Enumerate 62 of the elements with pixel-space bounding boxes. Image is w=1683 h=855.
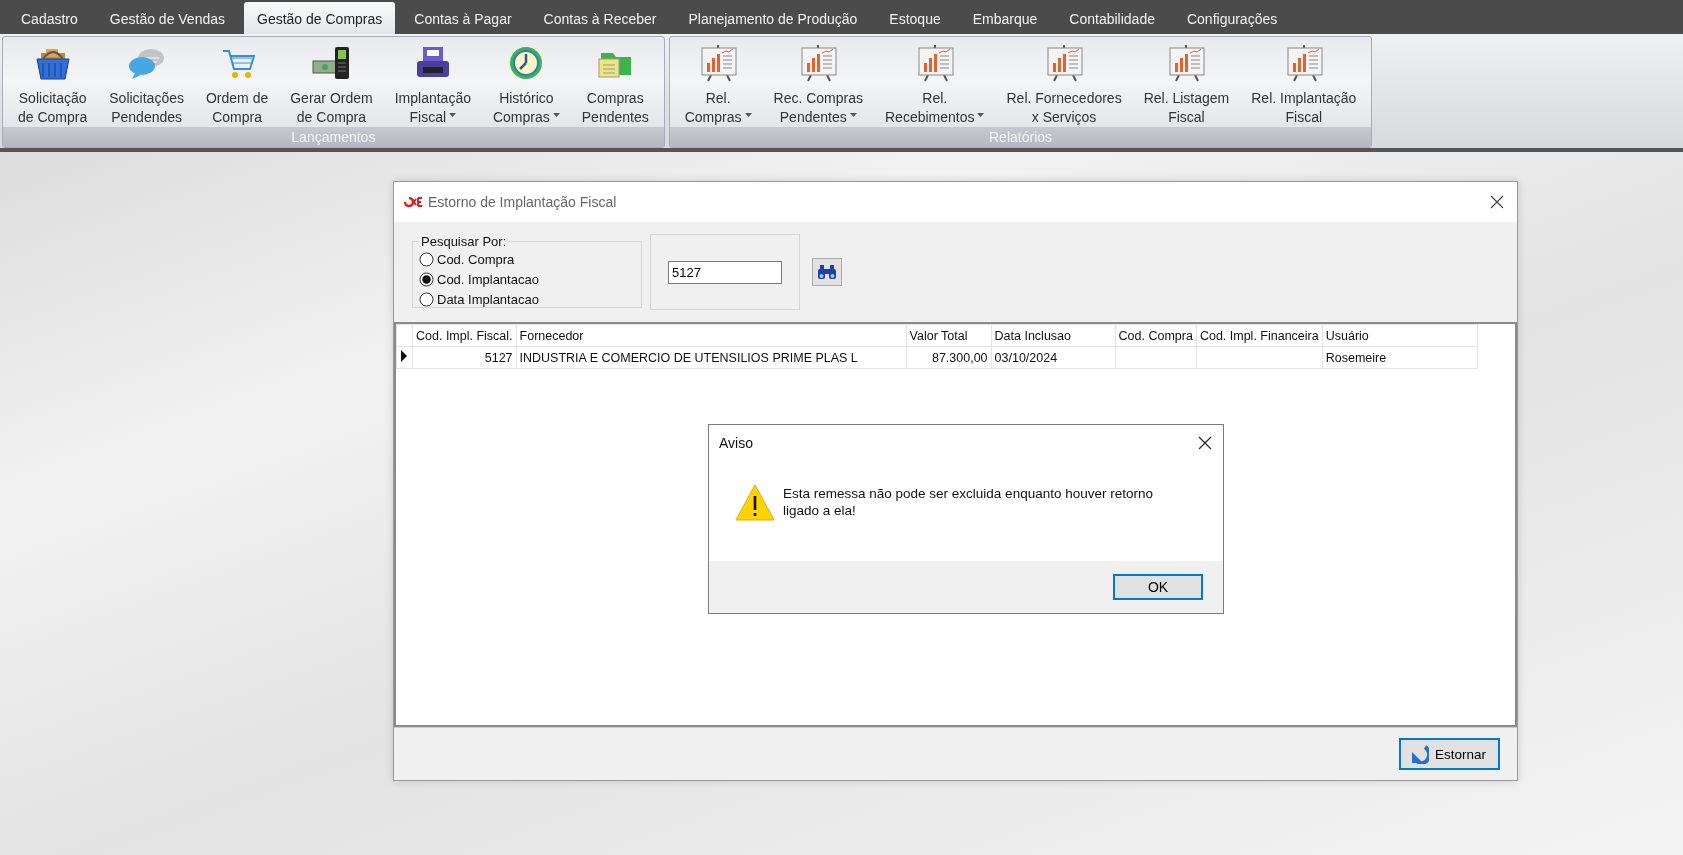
close-button[interactable] xyxy=(1489,194,1505,210)
binoculars-icon xyxy=(817,263,837,281)
table-cell: INDUSTRIA E COMERCIO DE UTENSILIOS PRIME PLAS L xyxy=(516,346,907,369)
radio-button[interactable] xyxy=(419,251,434,267)
chart-board-icon xyxy=(1166,43,1207,83)
ribbon-button[interactable]: Compras Pendentes xyxy=(570,37,660,127)
chart-board-icon xyxy=(698,43,739,83)
menu-tab[interactable]: Contabilidade xyxy=(1056,4,1168,34)
ribbon-button[interactable]: Rel. Recebimentos xyxy=(874,37,996,127)
menu-tab[interactable]: Gestão de Compras xyxy=(244,2,396,34)
close-icon xyxy=(1489,194,1505,210)
radio-button[interactable] xyxy=(419,291,434,307)
group-label: Lançamentos xyxy=(3,127,664,147)
menu-tab[interactable]: Gestão de Vendas xyxy=(96,4,238,34)
ribbon-button[interactable]: Solicitações Pendendes xyxy=(98,37,195,127)
menu-tab[interactable]: Contas à Pagar xyxy=(401,4,525,34)
warning-message: Esta remessa não pode ser excluida enquanto houver retorno ligado a ela! xyxy=(783,485,1154,519)
search-field[interactable]: 5127 xyxy=(668,260,782,284)
menu-tab[interactable]: Embarque xyxy=(959,4,1051,34)
column-header[interactable]: Fornecedor xyxy=(516,324,907,347)
ribbon-button[interactable]: Rel. Fornecedores x Serviços xyxy=(995,37,1133,127)
menu-tab[interactable]: Cadastro xyxy=(8,4,91,34)
close-icon xyxy=(1197,435,1213,451)
table-cell: 03/10/2024 xyxy=(991,346,1116,369)
ribbon-button[interactable]: Ordem de Compra xyxy=(194,37,280,127)
group-label: Relatórios xyxy=(669,127,1372,147)
column-header[interactable]: Cod. Impl. Fiscal. xyxy=(412,324,517,347)
ribbon-button[interactable]: Rec. Compras Pendentes xyxy=(762,37,874,127)
table-cell: 87.300,00 xyxy=(906,346,992,369)
column-header[interactable]: Data Inclusao xyxy=(991,324,1116,347)
warning-icon xyxy=(735,483,775,521)
ribbon-button[interactable]: Rel. Compras xyxy=(673,37,763,127)
column-header[interactable]: Valor Total xyxy=(906,324,992,347)
menu-tab[interactable]: Planejamento de Produção xyxy=(675,4,871,34)
search-button[interactable] xyxy=(812,258,842,286)
ribbon-button[interactable]: Rel. Implantação Fiscal xyxy=(1240,37,1368,127)
column-header[interactable]: Cod. Compra xyxy=(1115,324,1197,347)
reverse-button[interactable]: Estornar xyxy=(1398,738,1500,770)
ribbon-button[interactable]: Solicitação de Compra xyxy=(7,37,99,127)
ribbon-button[interactable]: Histórico Compras xyxy=(481,37,571,127)
ribbon-button[interactable]: Rel. Listagem Fiscal xyxy=(1132,37,1241,127)
dialog-title: Aviso xyxy=(719,435,753,451)
menu-tab[interactable]: Contas à Receber xyxy=(530,4,670,34)
window-title: Estorno de Implantação Fiscal xyxy=(428,194,618,210)
table-cell: 5127 xyxy=(412,346,517,369)
group-label: Pesquisar Por: xyxy=(420,234,508,249)
close-button[interactable] xyxy=(1197,435,1213,451)
radio-option[interactable]: Cod. Compra xyxy=(419,249,515,269)
table-cell: Rosemeire xyxy=(1322,346,1478,369)
ok-button[interactable]: OK xyxy=(1113,574,1203,600)
app-logo-icon xyxy=(404,196,422,208)
menu-tab[interactable]: Estoque xyxy=(876,4,954,34)
chart-board-icon xyxy=(1044,43,1085,83)
radio-option[interactable]: Cod. Implantacao xyxy=(419,269,539,289)
radio-button[interactable] xyxy=(419,271,434,287)
column-header[interactable]: Usuário xyxy=(1322,324,1478,347)
radio-option[interactable]: Data Implantacao xyxy=(419,289,539,309)
chart-board-icon xyxy=(798,43,839,83)
column-header[interactable]: Cod. Impl. Financeira xyxy=(1196,324,1323,347)
ribbon-button[interactable]: Implantação Fiscal xyxy=(383,37,482,127)
menu-tab[interactable]: Configurações xyxy=(1173,4,1291,34)
ribbon-button[interactable]: Gerar Ordem de Compra xyxy=(279,37,384,127)
